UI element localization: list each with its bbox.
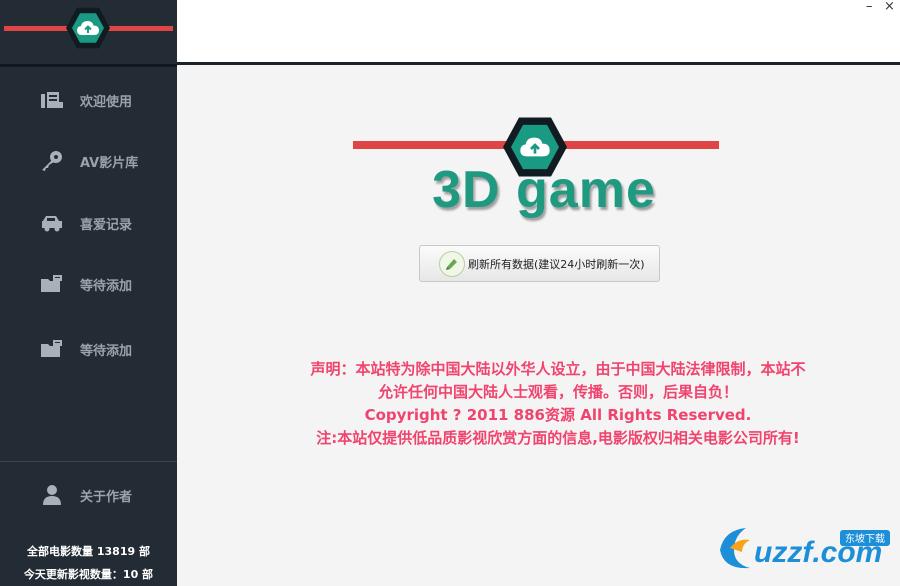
sidebar-item-label: 关于作者: [80, 489, 133, 505]
sidebar-item-label: 欢迎使用: [80, 94, 133, 110]
today-updates-count: 今天更新影视数量：10 部: [23, 568, 154, 581]
sidebar-item-pending-1[interactable]: 等待添加: [0, 264, 177, 304]
user-icon: [38, 483, 66, 507]
title-bar: [177, 0, 900, 63]
sidebar-separator: [0, 461, 177, 462]
welcome-icon: [38, 88, 66, 112]
uzzf-watermark-logo: uzzf.com 东坡下载: [716, 520, 894, 576]
sidebar-item-welcome[interactable]: 欢迎使用: [0, 80, 177, 120]
svg-text:东坡下载: 东坡下载: [845, 532, 885, 545]
disclaimer-notice: 声明：本站特为除中国大陆以外华人设立，由于中国大陆法律限制，本站不 允许任何中国…: [230, 358, 886, 450]
sidebar-item-about[interactable]: 关于作者: [0, 475, 177, 515]
close-button[interactable]: ×: [884, 0, 895, 14]
title-bar-divider: [177, 62, 900, 65]
cloud-logo-icon: [66, 6, 110, 50]
notice-line: 注:本站仅提供低品质影视欣赏方面的信息,电影版权归相关电影公司所有!: [316, 429, 800, 447]
sidebar-item-pending-2[interactable]: 等待添加: [0, 329, 177, 369]
sidebar-item-label: AV影片库: [80, 155, 139, 171]
folder-icon: [38, 337, 66, 361]
sidebar-item-favorites[interactable]: 喜爱记录: [0, 203, 177, 243]
key-icon: [38, 149, 66, 173]
sidebar-item-label: 等待添加: [80, 343, 133, 359]
refresh-icon: [439, 250, 465, 277]
sidebar-item-label: 等待添加: [80, 278, 133, 294]
total-movies-count: 全部电影数量 13819 部: [27, 545, 150, 558]
refresh-all-data-button[interactable]: 刷新所有数据(建议24小时刷新一次): [419, 245, 660, 282]
notice-line: Copyright ? 2011 886资源 All Rights Reserv…: [364, 406, 752, 424]
notice-line: 声明：本站特为除中国大陆以外华人设立，由于中国大陆法律限制，本站不: [310, 360, 806, 378]
folder-icon: [38, 272, 66, 296]
page-title: 3D game: [432, 161, 656, 219]
sidebar-item-av-library[interactable]: AV影片库: [0, 141, 177, 181]
minimize-button[interactable]: –: [866, 0, 873, 14]
sidebar: 欢迎使用 AV影片库 喜爱记录 等待添加 等待添加 关于作者 全部电影数量 13…: [0, 0, 177, 586]
sidebar-item-label: 喜爱记录: [80, 217, 133, 233]
notice-line: 允许任何中国大陆人士观看，传播。否则，后果自负！: [377, 383, 738, 401]
refresh-button-label: 刷新所有数据(建议24小时刷新一次): [468, 257, 645, 271]
car-icon: [38, 211, 66, 235]
sidebar-divider: [0, 64, 177, 67]
